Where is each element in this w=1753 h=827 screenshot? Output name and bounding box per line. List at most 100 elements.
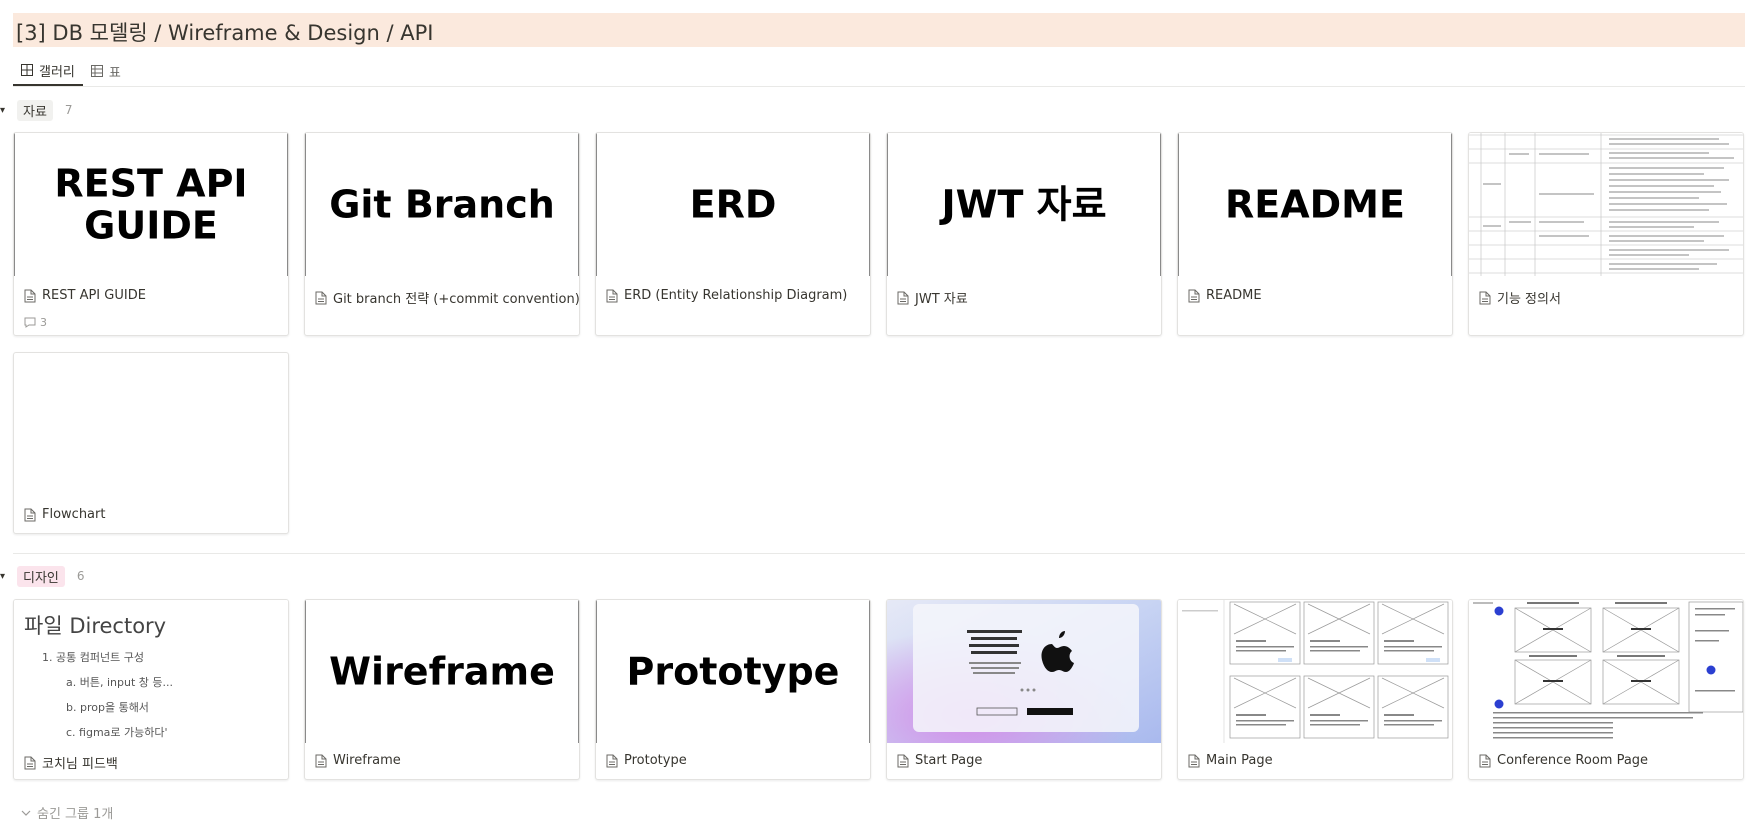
group-header-design: ▾ 디자인 6 [0, 564, 85, 588]
card-title-row: REST API GUIDE [24, 288, 146, 303]
cover-directory-item: a. 버튼, input 창 등... [66, 676, 173, 689]
caret-down-icon[interactable]: ▾ [0, 571, 10, 582]
tab-gallery-label: 갤러리 [39, 64, 75, 80]
gallery-card[interactable]: Main Page [1177, 599, 1453, 780]
cover-text: Wireframe [329, 649, 555, 694]
card-title-row: 코치님 피드백 [24, 753, 118, 772]
card-cover: Wireframe [305, 600, 579, 743]
card-title-row: Flowchart [24, 507, 105, 522]
cover-directory-item: b. prop을 통해서 [66, 701, 149, 714]
gallery-card[interactable]: Wireframe Wireframe [304, 599, 580, 780]
card-title-row: Conference Room Page [1479, 753, 1648, 768]
group-label[interactable]: 자료 [17, 99, 53, 121]
main-page-preview-image [1178, 600, 1452, 743]
comment-count[interactable]: 3 [24, 316, 47, 329]
hidden-groups-label: 숨긴 그룹 1개 [37, 807, 114, 822]
card-title: Wireframe [333, 753, 401, 768]
cover-text: JWT 자료 [941, 182, 1107, 227]
card-title: 코치님 피드백 [42, 757, 118, 772]
hidden-groups-toggle[interactable]: 숨긴 그룹 1개 [21, 803, 113, 822]
group-header-materials: ▾ 자료 7 [0, 98, 73, 122]
page-icon [897, 754, 909, 767]
page-icon [24, 756, 36, 769]
card-cover: REST API GUIDE [14, 133, 288, 276]
group-count: 7 [64, 103, 73, 117]
card-cover: README [1178, 133, 1452, 276]
group-label[interactable]: 디자인 [17, 565, 65, 587]
card-title: Prototype [624, 753, 687, 768]
card-title: REST API GUIDE [42, 288, 146, 303]
card-title-row: ERD (Entity Relationship Diagram) [606, 288, 847, 303]
card-title: Flowchart [42, 507, 106, 522]
page-title-bar: [3] DB 모델링 / Wireframe & Design / API [13, 13, 1745, 47]
gallery-card[interactable]: 기능 정의서 [1468, 132, 1744, 336]
tab-table-label: 표 [108, 65, 121, 81]
page-icon [1479, 754, 1491, 767]
gallery-card[interactable]: Start Page [886, 599, 1162, 780]
page-title[interactable]: [3] DB 모델링 / Wireframe & Design / API [16, 17, 433, 47]
gallery-card[interactable]: 파일 Directory 1. 공통 컴퍼넌트 구성 a. 버튼, input … [13, 599, 289, 780]
gallery-card[interactable]: Conference Room Page [1468, 599, 1744, 780]
gallery-card[interactable]: README README [1177, 132, 1453, 336]
page-icon [1188, 289, 1200, 302]
group-count: 6 [76, 569, 85, 583]
card-title-row: Start Page [897, 753, 982, 768]
cover-text: Git Branch [329, 182, 555, 227]
gallery-card[interactable]: ERD ERD (Entity Relationship Diagram) [595, 132, 871, 336]
cover-text: README [1225, 182, 1405, 227]
table-preview-image [1469, 133, 1743, 276]
comment-icon [24, 317, 36, 328]
comment-count-value: 3 [40, 316, 47, 329]
tab-table[interactable]: 표 [83, 56, 129, 86]
page-icon [24, 508, 36, 521]
card-title: JWT 자료 [915, 292, 968, 307]
card-title: ERD (Entity Relationship Diagram) [624, 288, 848, 303]
page-icon [897, 291, 909, 304]
group-divider [13, 553, 1745, 554]
page-icon [315, 754, 327, 767]
views-divider [13, 86, 1745, 87]
card-title: Main Page [1206, 753, 1273, 768]
cover-directory-title: 파일 Directory [24, 614, 167, 638]
card-cover-directory: 파일 Directory 1. 공통 컴퍼넌트 구성 a. 버튼, input … [14, 600, 288, 743]
card-cover: Git Branch [305, 133, 579, 276]
card-title: README [1206, 288, 1262, 303]
page-icon [606, 754, 618, 767]
card-title: Start Page [915, 753, 983, 768]
chevron-down-icon [21, 810, 31, 816]
page-icon [24, 289, 36, 302]
gallery-card[interactable]: JWT 자료 JWT 자료 [886, 132, 1162, 336]
start-page-preview-image [887, 600, 1161, 743]
caret-down-icon[interactable]: ▾ [0, 105, 10, 116]
card-cover-table-preview [1469, 133, 1743, 276]
page-icon [606, 289, 618, 302]
table-icon [90, 65, 103, 77]
view-tabs: 갤러리 표 [13, 56, 129, 86]
card-title-row: JWT 자료 [897, 288, 968, 307]
card-cover-main-page-preview [1178, 600, 1452, 743]
gallery-card[interactable]: REST API GUIDE REST API GUIDE 3 [13, 132, 289, 336]
gallery-card[interactable]: Flowchart [13, 352, 289, 534]
cover-text: ERD [689, 182, 777, 227]
card-cover: Prototype [596, 600, 870, 743]
card-title-row: Prototype [606, 753, 687, 768]
card-title-row: Git branch 전략 (+commit convention) [315, 288, 580, 307]
card-cover-start-page-preview [887, 600, 1161, 743]
card-cover: ERD [596, 133, 870, 276]
cover-directory-item: c. figma로 가능하다' [66, 726, 168, 739]
gallery-card[interactable]: Prototype Prototype [595, 599, 871, 780]
cover-text: Prototype [626, 649, 840, 694]
card-title-row: 기능 정의서 [1479, 288, 1561, 307]
card-title: Conference Room Page [1497, 753, 1649, 768]
card-title: Git branch 전략 (+commit convention) [333, 292, 580, 307]
conference-preview-image [1469, 600, 1743, 743]
page-icon [315, 291, 327, 304]
card-title: 기능 정의서 [1497, 292, 1561, 307]
cover-text: REST API GUIDE [54, 160, 248, 248]
tab-gallery[interactable]: 갤러리 [13, 56, 83, 86]
page-icon [1479, 291, 1491, 304]
card-title-row: Wireframe [315, 753, 401, 768]
card-cover-conference-preview [1469, 600, 1743, 743]
gallery-card[interactable]: Git Branch Git branch 전략 (+commit conven… [304, 132, 580, 336]
page-icon [1188, 754, 1200, 767]
